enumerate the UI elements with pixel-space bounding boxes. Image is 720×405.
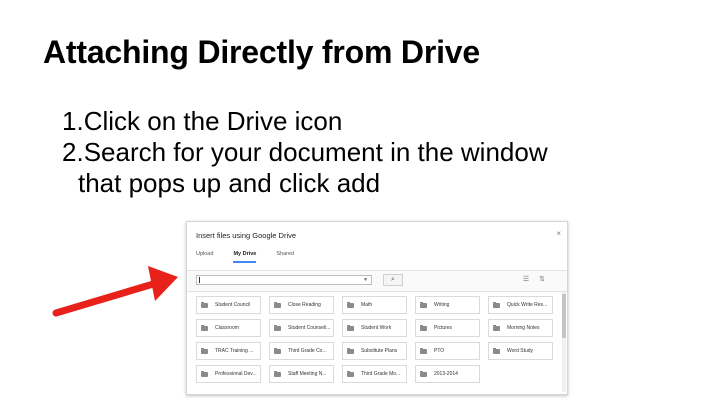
arrow-head [148,266,178,301]
arrow-shaft [52,278,164,317]
red-arrow-pointer [52,266,178,317]
